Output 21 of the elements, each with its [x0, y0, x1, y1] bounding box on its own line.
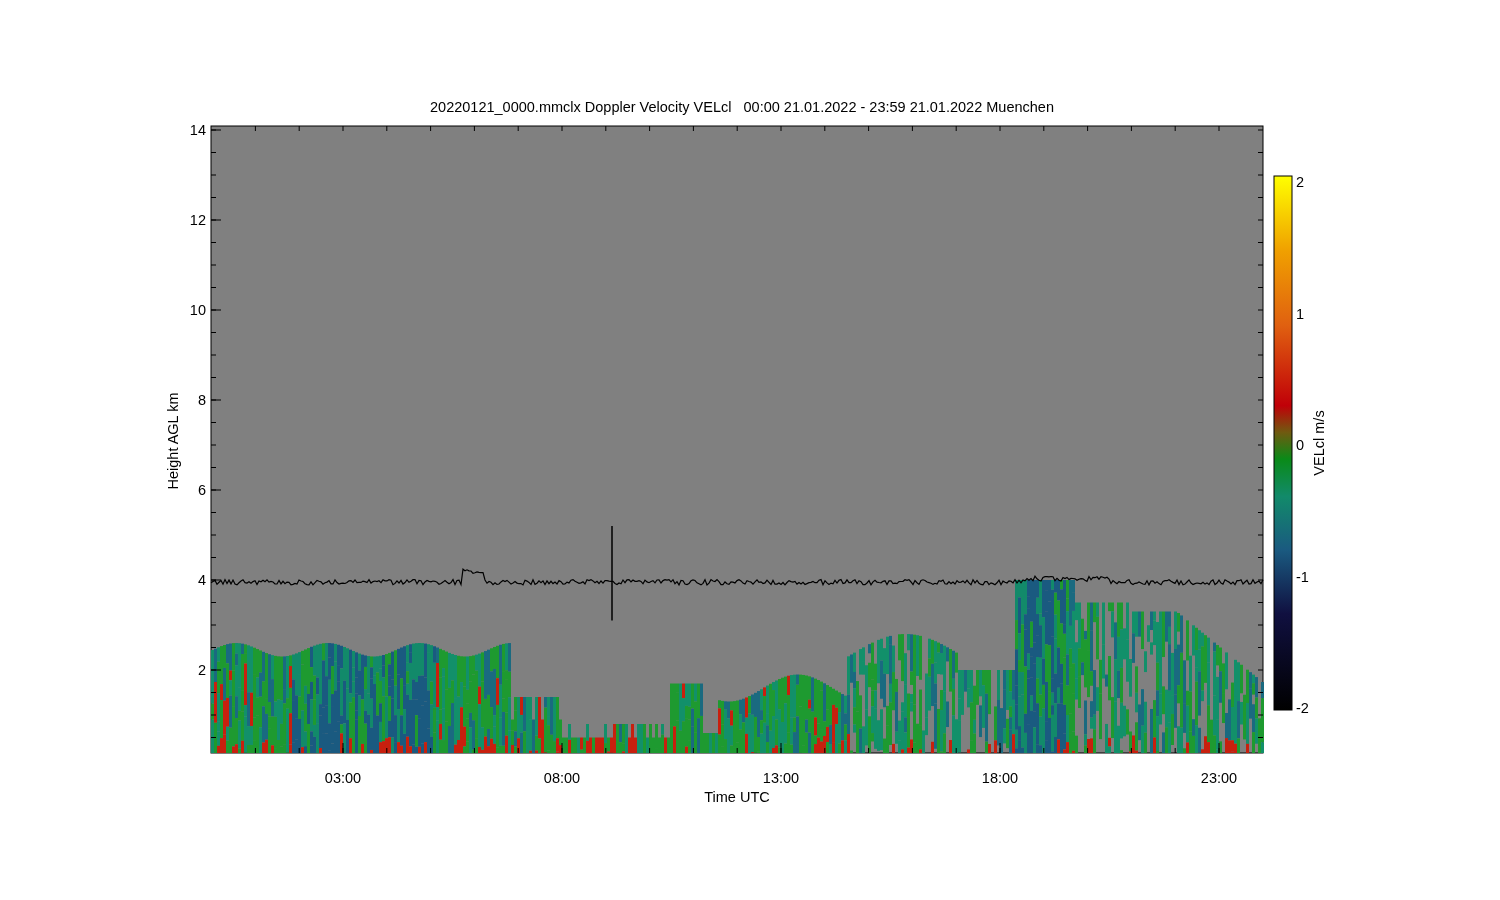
- y-tick-label: 12: [189, 212, 206, 228]
- colorbar-label: VELcl m/s: [1311, 410, 1327, 476]
- colorbar-tick-label: -1: [1296, 568, 1309, 585]
- y-tick-label: 10: [189, 302, 206, 318]
- colorbar-tick-label: 0: [1296, 437, 1305, 453]
- colorbar-tick-label: 1: [1296, 305, 1305, 322]
- y-tick-label: 8: [197, 392, 206, 408]
- y-tick-label: 6: [197, 482, 206, 498]
- y-tick-label: 4: [197, 572, 206, 588]
- chart-title: 20220121_0000.mmclx Doppler Velocity VELcl 00:00 21.01.2022 - 23:59 21.01.2022 Muenchen: [430, 99, 1054, 115]
- x-tick-label: 18:00: [981, 770, 1019, 786]
- x-tick-label: 13:00: [762, 770, 800, 786]
- colorbar-tick-label: 2: [1296, 174, 1305, 190]
- x-tick-label: 08:00: [543, 770, 581, 786]
- y-axis-label: Height AGL km: [165, 392, 181, 490]
- y-tick-label: 14: [189, 122, 206, 138]
- y-tick-label: 2: [197, 662, 206, 678]
- x-tick-label: 03:00: [324, 770, 362, 786]
- x-tick-label: 23:00: [1200, 770, 1238, 786]
- x-axis-label: Time UTC: [704, 789, 770, 805]
- colorbar-tick-label: -2: [1296, 700, 1309, 716]
